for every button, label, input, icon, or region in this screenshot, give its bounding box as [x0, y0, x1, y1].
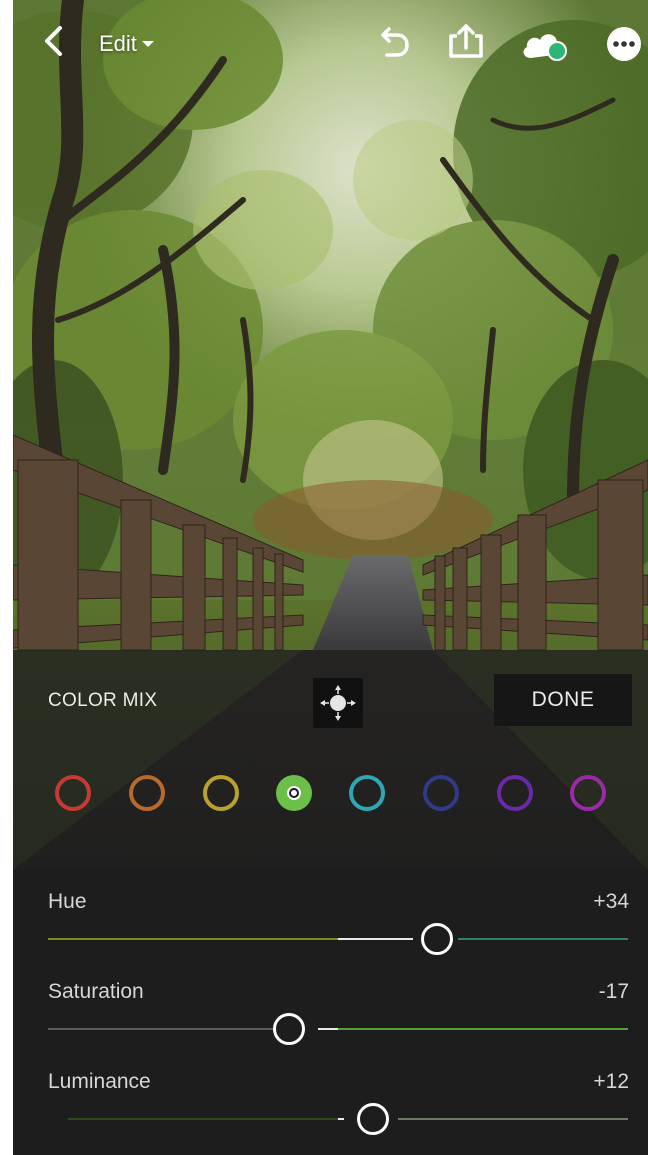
- color-swatch-row: [13, 775, 648, 815]
- done-button[interactable]: DONE: [494, 674, 632, 726]
- luminance-thumb[interactable]: [356, 1103, 389, 1135]
- cloud-sync-icon: [523, 34, 567, 61]
- luminance-label: Luminance: [48, 1070, 151, 1093]
- more-options-button[interactable]: [605, 25, 643, 63]
- hue-value: +34: [593, 890, 629, 913]
- color-mix-title: COLOR MIX: [48, 690, 158, 711]
- saturation-track[interactable]: [48, 1028, 628, 1030]
- hue-label: Hue: [48, 890, 87, 913]
- top-toolbar: Edit: [13, 0, 648, 86]
- hue-thumb[interactable]: [420, 923, 453, 955]
- share-button[interactable]: [445, 20, 487, 62]
- lightroom-editor: Edit COLOR MIX DONE Hue +34 Saturation -…: [13, 0, 648, 1155]
- adjustment-sliders: Hue +34 Saturation -17 Luminance +12: [13, 870, 648, 1155]
- swatch-green[interactable]: [276, 775, 312, 811]
- saturation-value: -17: [598, 980, 629, 1003]
- hue-track[interactable]: [48, 938, 628, 940]
- back-button[interactable]: [35, 22, 73, 60]
- selected-indicator: [289, 788, 299, 798]
- targeted-adjustment-button[interactable]: [313, 678, 363, 728]
- saturation-slider-row: Saturation -17: [13, 960, 648, 1050]
- color-mix-panel: COLOR MIX DONE: [13, 650, 648, 870]
- edit-mode-dropdown[interactable]: Edit: [99, 27, 155, 61]
- undo-icon: [381, 27, 409, 57]
- swatch-aqua[interactable]: [349, 775, 385, 811]
- luminance-track[interactable]: [48, 1118, 628, 1120]
- saturation-thumb[interactable]: [272, 1013, 305, 1045]
- swatch-blue[interactable]: [423, 775, 459, 811]
- undo-button[interactable]: [373, 24, 413, 64]
- swatch-magenta[interactable]: [570, 775, 606, 811]
- saturation-label: Saturation: [48, 980, 144, 1003]
- luminance-value: +12: [593, 1070, 629, 1093]
- swatch-red[interactable]: [55, 775, 91, 811]
- swatch-yellow[interactable]: [203, 775, 239, 811]
- share-icon: [449, 24, 483, 58]
- swatch-orange[interactable]: [129, 775, 165, 811]
- cloud-sync-button[interactable]: [519, 24, 575, 64]
- luminance-slider-row: Luminance +12: [13, 1050, 648, 1140]
- caret-down-icon: [141, 41, 154, 47]
- hue-slider-row: Hue +34: [13, 870, 648, 960]
- edit-mode-label: Edit: [99, 31, 137, 56]
- targeted-adjustment-icon: [320, 685, 356, 721]
- chevron-left-icon: [45, 26, 62, 56]
- more-icon: [607, 27, 641, 61]
- swatch-purple[interactable]: [497, 775, 533, 811]
